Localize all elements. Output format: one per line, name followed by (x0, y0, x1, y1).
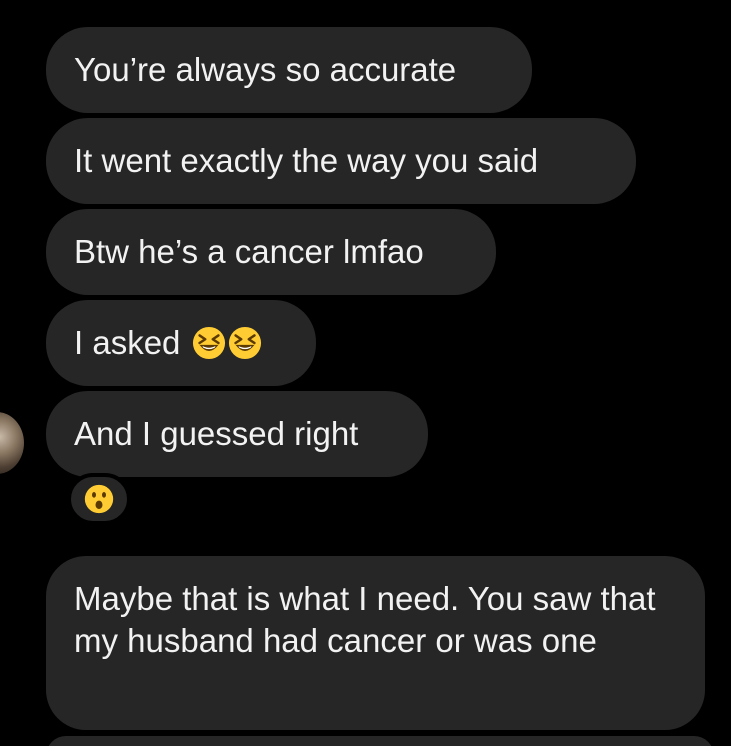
message-bubble-partial[interactable] (46, 736, 714, 746)
astonished-face-icon (84, 484, 114, 514)
message-bubble[interactable]: Btw he’s a cancer lmfao (46, 209, 496, 295)
grinning-squinting-face-icon (229, 326, 262, 360)
message-bubble[interactable]: I asked (46, 300, 316, 386)
message-bubble[interactable]: And I guessed right (46, 391, 428, 477)
reaction-badge[interactable] (67, 473, 131, 525)
message-bubble[interactable]: It went exactly the way you said (46, 118, 636, 204)
message-text: Maybe that is what I need. You saw that … (74, 580, 656, 659)
message-bubble[interactable]: You’re always so accurate (46, 27, 532, 113)
message-text: It went exactly the way you said (74, 142, 539, 179)
avatar[interactable] (0, 412, 24, 474)
grinning-squinting-face-icon (193, 326, 226, 360)
message-text: I asked (74, 324, 181, 361)
message-bubble[interactable]: Maybe that is what I need. You saw that … (46, 556, 705, 730)
message-text: And I guessed right (74, 415, 359, 452)
message-text: You’re always so accurate (74, 51, 457, 88)
message-text: Btw he’s a cancer lmfao (74, 233, 424, 270)
